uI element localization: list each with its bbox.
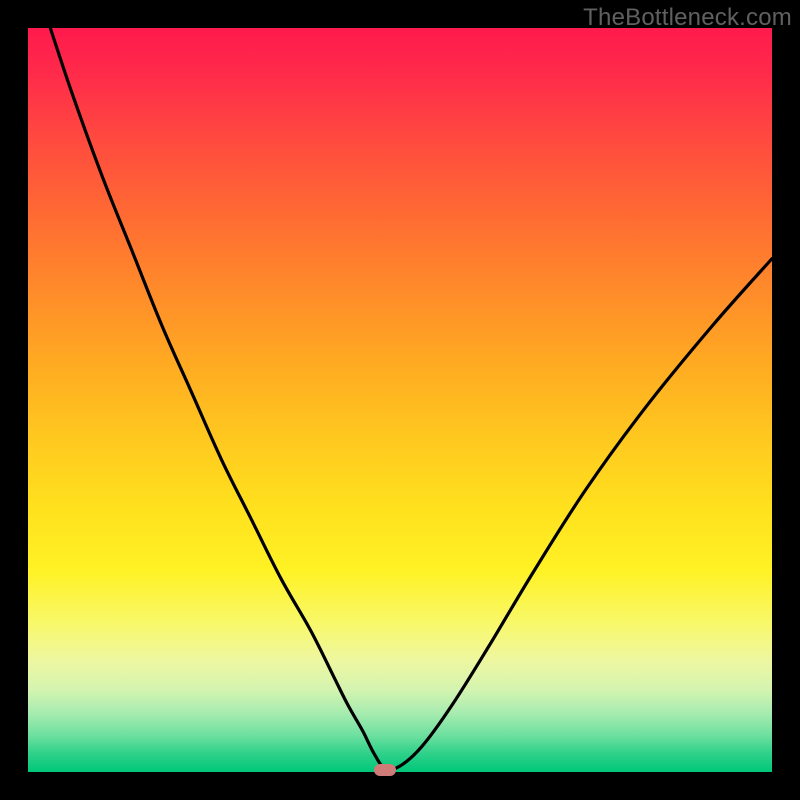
chart-frame: TheBottleneck.com [0,0,800,800]
plot-area [28,28,772,772]
bottleneck-curve [28,28,772,772]
optimal-point-marker [374,764,396,776]
